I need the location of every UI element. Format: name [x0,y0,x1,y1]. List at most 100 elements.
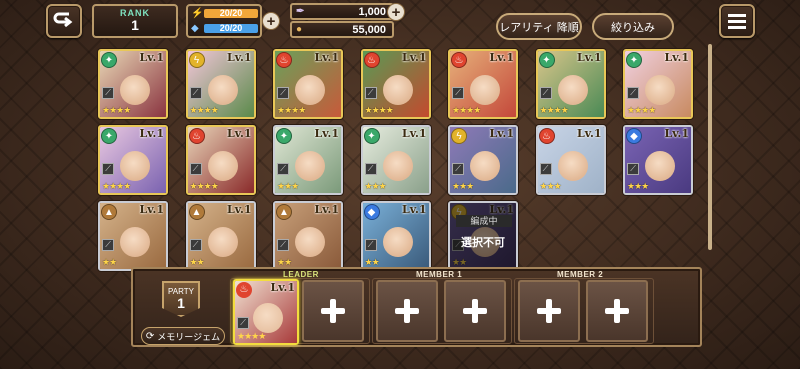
weapon-icon: ⟋ [237,317,249,329]
plus-icon [395,299,419,323]
character-face [645,75,675,105]
rarity-stars: ★★★ [277,181,299,191]
rarity-stars: ★★★★ [364,105,394,115]
character-card[interactable]: ◆ Lv.1 ⟋ ★★★ [623,125,693,195]
memory-gem-button[interactable]: ⟳ メモリージェム [141,327,225,345]
character-card[interactable]: ✦ Lv.1 ⟋ ★★★ [360,125,431,195]
character-card[interactable]: ♨ Lv.1 ⟋ ★★★★ [360,49,431,119]
character-card[interactable]: ♨ Lv.1 ⟋ ★★★ [535,125,606,195]
rarity-stars: ★★★ [364,181,387,191]
wind-element-icon: ✦ [276,128,292,144]
fire-element-icon: ♨ [538,128,555,144]
character-level: Lv.1 [401,203,427,216]
character-face [382,151,413,181]
character-level: Lv.1 [226,51,252,64]
character-face [207,75,238,105]
character-card[interactable]: ϟ Lv.1 ⟋ ★★★★ [185,49,256,119]
weapon-icon: ⟋ [277,163,289,175]
in-party-tag: 編成中 [456,215,512,227]
grid-scroll-thumb[interactable] [708,44,712,250]
party-number: 1 [177,295,185,311]
weapon-icon: ⟋ [102,163,114,175]
rarity-stars: ★★★ [452,181,474,191]
character-level: Lv.1 [139,203,164,216]
character-card[interactable]: ▲ Lv.1 ⟋ ★★ [98,201,168,271]
character-card[interactable]: ▲ Lv.1 ⟋ ★★ [185,201,256,271]
leader-face [253,303,283,333]
member1-main-slot[interactable] [376,280,438,342]
add-stamina-button[interactable]: + [262,12,280,30]
grid-scrollbar[interactable] [708,44,712,250]
filter-button[interactable]: 絞り込み [592,13,674,40]
menu-button[interactable] [719,4,755,38]
member2-sub-slot[interactable] [586,280,648,342]
character-level: Lv.1 [314,51,339,64]
character-face [295,151,325,181]
member2-main-slot[interactable] [518,280,580,342]
character-card[interactable]: ✦ Lv.1 ⟋ ★★★★ [535,49,606,119]
character-level: Lv.1 [226,127,252,140]
character-card[interactable]: ♨ Lv.1 ⟋ ★★★★ [273,49,343,119]
fire-element-icon: ♨ [276,52,292,68]
character-level: Lv.1 [664,127,689,140]
character-level: Lv.1 [401,51,427,64]
fire-element-icon: ♨ [188,128,205,144]
earth-element-icon: ▲ [101,204,117,220]
character-face [295,227,325,257]
hamburger-icon [728,14,746,29]
stamina-display: ⚡ 20/20 ◆ 20/20 [186,4,262,38]
earth-element-icon: ▲ [276,204,292,220]
rarity-stars: ★★★★ [189,181,219,191]
stamina-bottom-value: 20/20 [219,24,243,33]
character-card[interactable]: ♨ Lv.1 ⟋ ★★★★ [185,125,256,195]
wind-element-icon: ✦ [101,52,117,68]
plus-icon [537,299,561,323]
character-face [120,75,150,105]
rarity-stars: ★★★★ [539,105,569,115]
back-button[interactable] [46,4,82,38]
character-level: Lv.1 [576,51,602,64]
character-face [470,75,500,105]
character-face [557,75,588,105]
character-card[interactable]: ♨ Lv.1 ⟋ ★★★★ [448,49,518,119]
character-card[interactable]: ✦ Lv.1 ⟋ ★★★★ [623,49,693,119]
drop-icon: ◆ [191,23,199,34]
character-card[interactable]: ✦ Lv.1 ⟋ ★★★ [273,125,343,195]
leader-level: Lv.1 [270,281,295,294]
earth-element-icon: ▲ [188,204,205,220]
sort-rarity-button[interactable]: レアリティ 降順 [496,13,582,40]
leader-slot[interactable]: ♨ Lv.1 ⟋ ★★★★ [233,279,299,345]
rarity-stars: ★★★★ [189,105,219,115]
leader-stars: ★★★★ [237,331,266,341]
character-card[interactable]: ▲ Lv.1 ⟋ ★★ [273,201,343,271]
character-face [382,227,413,257]
character-card[interactable]: ϟ Lv.1 ⟋ ★★★ [448,125,518,195]
character-face [382,75,413,105]
fire-element-icon: ♨ [451,52,467,68]
character-card[interactable]: ✦ Lv.1 ⟋ ★★★★ [98,49,168,119]
filter-label: 絞り込み [611,21,655,34]
leader-sub-slot[interactable] [302,280,364,342]
weapon-icon: ⟋ [452,163,464,175]
currency-gold-display: ● 55,000 [290,21,394,38]
weapon-icon: ⟋ [189,163,202,175]
water-element-icon: ◆ [626,128,642,144]
feather-icon: ✒ [296,6,305,17]
rarity-stars: ★★★★ [277,105,306,115]
weapon-icon: ⟋ [364,87,377,99]
rank-value: 1 [131,17,139,33]
character-level: Lv.1 [489,127,514,140]
fire-element-icon: ♨ [236,282,252,298]
character-card[interactable]: ϟLv.1⟋★★編成中選択不可 [448,201,518,271]
weapon-icon: ⟋ [539,87,552,99]
wind-element-icon: ✦ [101,128,117,144]
add-currency-button[interactable]: + [387,3,405,21]
weapon-icon: ⟋ [364,239,377,251]
rank-display: RANK 1 [92,4,178,38]
character-card[interactable]: ◆ Lv.1 ⟋ ★★ [360,201,431,271]
member1-sub-slot[interactable] [444,280,506,342]
wind-element-icon: ✦ [626,52,642,68]
character-card[interactable]: ✦ Lv.1 ⟋ ★★★★ [98,125,168,195]
weapon-icon: ⟋ [364,163,377,175]
weapon-icon: ⟋ [277,87,289,99]
